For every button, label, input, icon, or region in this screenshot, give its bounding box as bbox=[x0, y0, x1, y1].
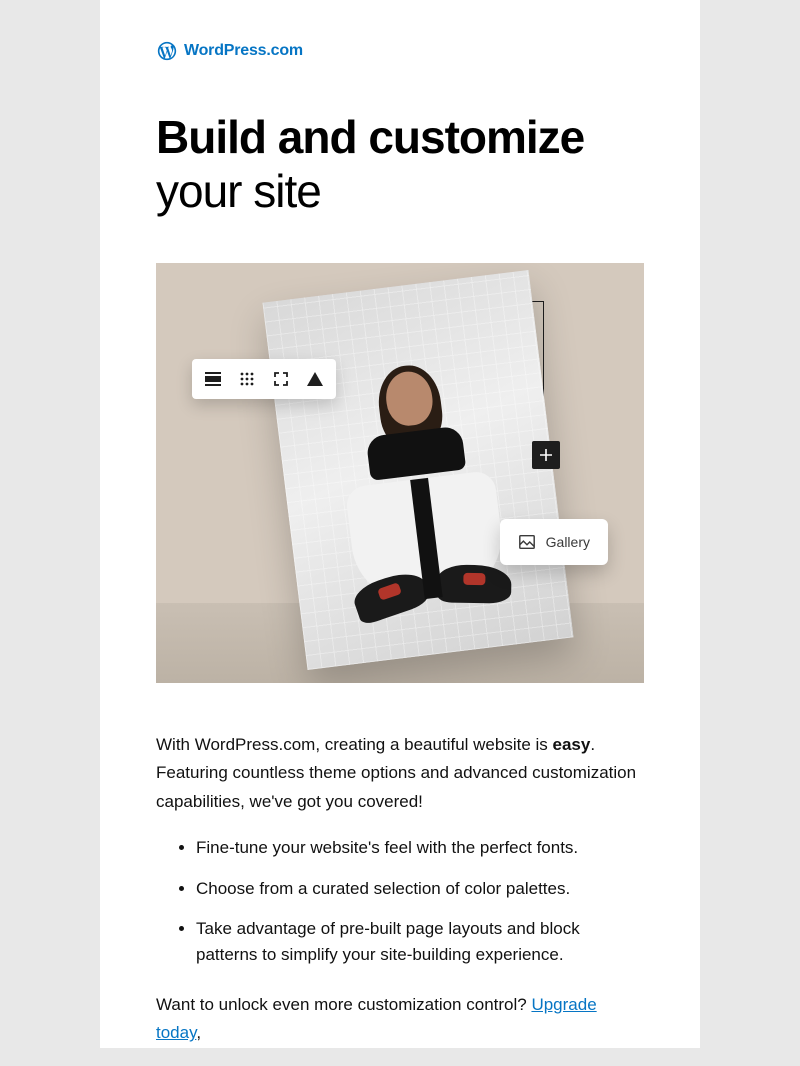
grid-dots-icon[interactable] bbox=[232, 367, 262, 391]
align-icon[interactable] bbox=[198, 367, 228, 391]
fullscreen-icon[interactable] bbox=[266, 367, 296, 391]
intro-bold: easy bbox=[553, 735, 591, 754]
list-item: Choose from a curated selection of color… bbox=[196, 876, 644, 902]
list-item: Fine-tune your website's feel with the p… bbox=[196, 835, 644, 861]
image-toolbar bbox=[192, 359, 336, 399]
cta-paragraph: Want to unlock even more customization c… bbox=[156, 991, 644, 1049]
email-body: WordPress.com Build and customize your s… bbox=[100, 0, 700, 1048]
intro-pre: With WordPress.com, creating a beautiful… bbox=[156, 735, 553, 754]
cta-post: , bbox=[196, 1023, 201, 1042]
wordpress-icon bbox=[156, 40, 178, 62]
intro-paragraph: With WordPress.com, creating a beautiful… bbox=[156, 731, 644, 818]
add-block-button[interactable] bbox=[532, 441, 560, 469]
contrast-icon[interactable] bbox=[300, 367, 330, 391]
brand-logo[interactable]: WordPress.com bbox=[156, 40, 644, 62]
gallery-block-chip[interactable]: Gallery bbox=[500, 519, 608, 565]
gallery-label: Gallery bbox=[546, 534, 590, 550]
page-headline: Build and customize your site bbox=[156, 110, 644, 219]
cta-pre: Want to unlock even more customization c… bbox=[156, 995, 531, 1014]
list-item: Take advantage of pre-built page layouts… bbox=[196, 916, 644, 969]
headline-light: your site bbox=[156, 165, 321, 217]
headline-bold: Build and customize bbox=[156, 111, 584, 163]
brand-name: WordPress.com bbox=[184, 42, 303, 60]
hero-illustration: Gallery bbox=[156, 263, 644, 683]
gallery-icon bbox=[518, 533, 536, 551]
feature-list: Fine-tune your website's feel with the p… bbox=[156, 835, 644, 968]
hero-photo bbox=[262, 270, 573, 670]
